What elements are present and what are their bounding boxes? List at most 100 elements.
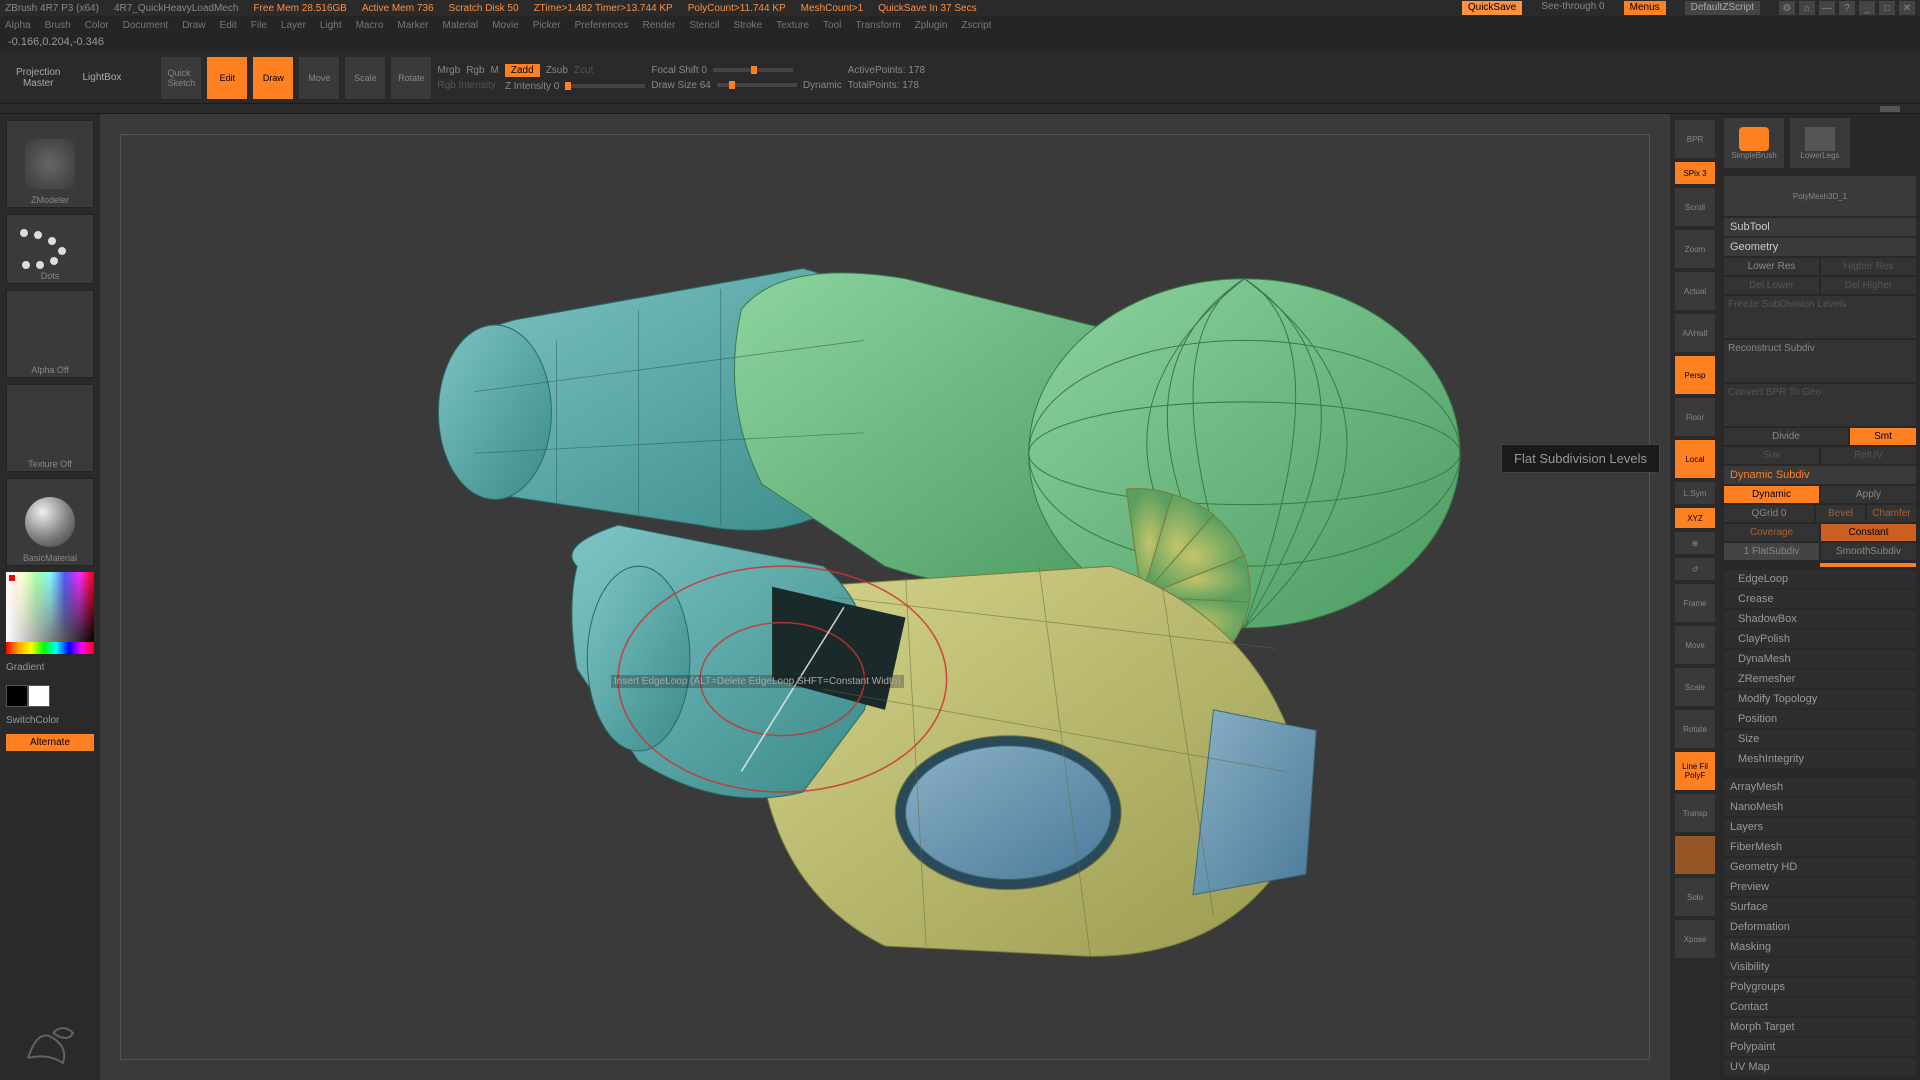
- swatch-white[interactable]: [28, 685, 50, 707]
- menu-alpha[interactable]: Alpha: [5, 20, 31, 31]
- draw-size-slider[interactable]: Draw Size 64: [651, 80, 710, 91]
- xyz-button[interactable]: XYZ: [1675, 508, 1715, 528]
- ghost-button[interactable]: [1675, 836, 1715, 874]
- menu-transform[interactable]: Transform: [855, 20, 900, 31]
- actual-button[interactable]: Actual: [1675, 272, 1715, 310]
- pivot-button[interactable]: ⊕: [1675, 532, 1715, 554]
- spix-button[interactable]: SPix 3: [1675, 162, 1715, 184]
- zoom-button[interactable]: Zoom: [1675, 230, 1715, 268]
- polypaint-item[interactable]: Polypaint: [1724, 1038, 1916, 1056]
- stroke-slot[interactable]: Dots: [6, 214, 94, 284]
- menu-draw[interactable]: Draw: [182, 20, 205, 31]
- ruler[interactable]: [0, 104, 1920, 114]
- crease-item[interactable]: Crease: [1724, 590, 1916, 608]
- model-mesh[interactable]: [121, 135, 1649, 1059]
- projection-master-button[interactable]: Projection Master: [8, 61, 68, 95]
- switch-color-button[interactable]: SwitchColor: [6, 713, 94, 728]
- reset-button[interactable]: ↺: [1675, 558, 1715, 580]
- brush-slot[interactable]: ZModeler: [6, 120, 94, 208]
- menu-preferences[interactable]: Preferences: [575, 20, 629, 31]
- alternate-button[interactable]: Alternate: [6, 734, 94, 751]
- del-higher-button[interactable]: Del Higher: [1821, 277, 1916, 294]
- qgrid-slider[interactable]: QGrid 0: [1724, 505, 1814, 522]
- zsub-button[interactable]: Zsub: [546, 65, 568, 76]
- freeze-subdiv-button[interactable]: Freeze SubDivision Levels: [1724, 296, 1916, 338]
- viewport[interactable]: Insert EdgeLoop (ALT=Delete EdgeLoop SHF…: [100, 114, 1670, 1080]
- move-nav-button[interactable]: Move: [1675, 626, 1715, 664]
- subtool-header[interactable]: SubTool: [1724, 218, 1916, 236]
- deformation-item[interactable]: Deformation: [1724, 918, 1916, 936]
- config-button[interactable]: ⚙: [1779, 1, 1795, 15]
- scroll-button[interactable]: Scroll: [1675, 188, 1715, 226]
- menu-macro[interactable]: Macro: [356, 20, 384, 31]
- m-button[interactable]: M: [491, 65, 499, 76]
- arraymesh-item[interactable]: ArrayMesh: [1724, 778, 1916, 796]
- menu-edit[interactable]: Edit: [220, 20, 237, 31]
- alpha-slot[interactable]: Alpha Off: [6, 290, 94, 378]
- modify-topology-item[interactable]: Modify Topology: [1724, 690, 1916, 708]
- canvas[interactable]: Insert EdgeLoop (ALT=Delete EdgeLoop SHF…: [120, 134, 1650, 1060]
- chamfer-button[interactable]: Chamfer: [1867, 505, 1916, 522]
- edgeloop-item[interactable]: EdgeLoop: [1724, 570, 1916, 588]
- visibility-item[interactable]: Visibility: [1724, 958, 1916, 976]
- rgb-intensity-slider[interactable]: Rgb Intensity: [437, 80, 495, 91]
- menu-marker[interactable]: Marker: [397, 20, 428, 31]
- bpr-button[interactable]: BPR: [1675, 120, 1715, 158]
- masking-item[interactable]: Masking: [1724, 938, 1916, 956]
- higher-res-button[interactable]: Higher Res: [1821, 258, 1916, 275]
- menu-brush[interactable]: Brush: [45, 20, 71, 31]
- local-button[interactable]: Local: [1675, 440, 1715, 478]
- transp-button[interactable]: Transp: [1675, 794, 1715, 832]
- brush-thumb-simple[interactable]: SimpleBrush: [1724, 118, 1784, 168]
- nanomesh-item[interactable]: NanoMesh: [1724, 798, 1916, 816]
- divide-button[interactable]: Divide: [1724, 428, 1848, 445]
- menu-texture[interactable]: Texture: [776, 20, 809, 31]
- menu-picker[interactable]: Picker: [533, 20, 561, 31]
- brush-thumb-lower[interactable]: LowerLegs: [1790, 118, 1850, 168]
- fibermesh-item[interactable]: FiberMesh: [1724, 838, 1916, 856]
- move-mode-button[interactable]: Move: [299, 57, 339, 99]
- geometry-header[interactable]: Geometry: [1724, 238, 1916, 256]
- close-button[interactable]: ✕: [1899, 1, 1915, 15]
- surface-item[interactable]: Surface: [1724, 898, 1916, 916]
- maximize-button[interactable]: □: [1879, 1, 1895, 15]
- scale-mode-button[interactable]: Scale: [345, 57, 385, 99]
- material-slot[interactable]: BasicMaterial: [6, 478, 94, 566]
- seethrough-slider[interactable]: See-through 0: [1541, 1, 1604, 15]
- position-item[interactable]: Position: [1724, 710, 1916, 728]
- xpose-button[interactable]: Xpose: [1675, 920, 1715, 958]
- menu-layer[interactable]: Layer: [281, 20, 306, 31]
- help-button[interactable]: ?: [1839, 1, 1855, 15]
- dynamic-button[interactable]: Dynamic: [1724, 486, 1819, 503]
- zremesher-item[interactable]: ZRemesher: [1724, 670, 1916, 688]
- polygroups-item[interactable]: Polygroups: [1724, 978, 1916, 996]
- color-picker[interactable]: [6, 572, 94, 654]
- geometry-hd-item[interactable]: Geometry HD: [1724, 858, 1916, 876]
- rotate-nav-button[interactable]: Rotate: [1675, 710, 1715, 748]
- default-zscript[interactable]: DefaultZScript: [1685, 1, 1760, 15]
- bevel-button[interactable]: Bevel: [1816, 505, 1865, 522]
- smoothsubdiv-slider[interactable]: SmoothSubdiv: [1821, 543, 1916, 560]
- apply-button[interactable]: Apply: [1821, 486, 1916, 503]
- del-lower-button[interactable]: Del Lower: [1724, 277, 1819, 294]
- swatch-black[interactable]: [6, 685, 28, 707]
- menu-color[interactable]: Color: [85, 20, 109, 31]
- menu-zscript[interactable]: Zscript: [961, 20, 991, 31]
- mrgb-button[interactable]: Mrgb: [437, 65, 460, 76]
- menus-toggle[interactable]: Menus: [1624, 1, 1666, 15]
- quicksave-button[interactable]: QuickSave: [1462, 1, 1522, 15]
- z-intensity-slider[interactable]: Z Intensity 0: [505, 81, 559, 92]
- layers-item[interactable]: Layers: [1724, 818, 1916, 836]
- preview-item[interactable]: Preview: [1724, 878, 1916, 896]
- texture-slot[interactable]: Texture Off: [6, 384, 94, 472]
- polyf-button[interactable]: Line FilPolyF: [1675, 752, 1715, 790]
- menu-material[interactable]: Material: [443, 20, 479, 31]
- menu-movie[interactable]: Movie: [492, 20, 519, 31]
- menu-light[interactable]: Light: [320, 20, 342, 31]
- dynamesh-item[interactable]: DynaMesh: [1724, 650, 1916, 668]
- meshintegrity-item[interactable]: MeshIntegrity: [1724, 750, 1916, 768]
- claypolish-item[interactable]: ClayPolish: [1724, 630, 1916, 648]
- gradient-toggle[interactable]: Gradient: [6, 660, 94, 675]
- draw-mode-button[interactable]: Draw: [253, 57, 293, 99]
- aahalf-button[interactable]: AAHalf: [1675, 314, 1715, 352]
